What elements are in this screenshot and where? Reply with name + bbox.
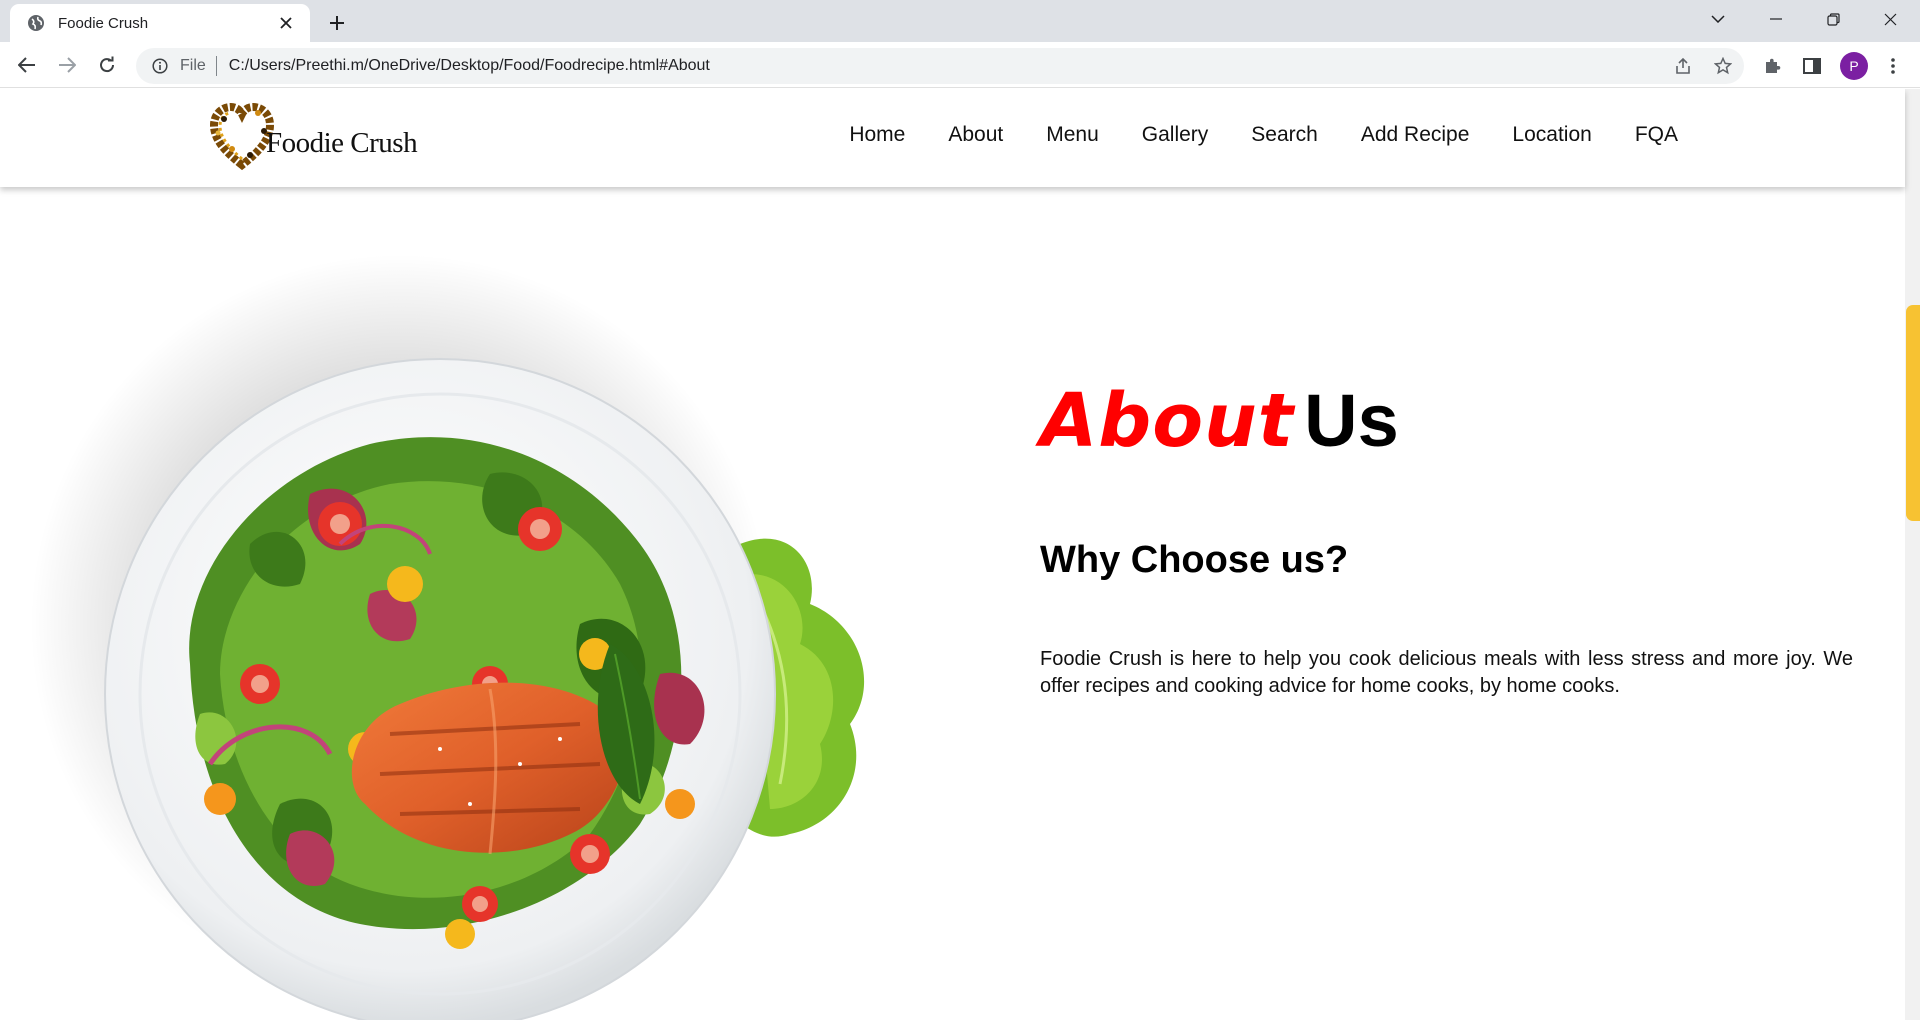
tab-title: Foodie Crush (58, 14, 149, 32)
chevron-down-icon[interactable] (1690, 0, 1746, 38)
url-text[interactable]: C:/Users/Preethi.m/OneDrive/Desktop/Food… (229, 57, 710, 75)
profile-avatar[interactable]: P (1840, 52, 1868, 80)
main-nav: Home About Menu Gallery Search Add Recip… (806, 123, 1678, 147)
address-bar[interactable]: File C:/Users/Preethi.m/OneDrive/Desktop… (136, 48, 1744, 84)
nav-location[interactable]: Location (1512, 123, 1591, 147)
why-choose-heading: Why Choose us? (1040, 539, 1349, 581)
close-window-icon[interactable] (1862, 0, 1918, 38)
nav-gallery[interactable]: Gallery (1142, 123, 1209, 147)
forward-arrow-icon[interactable] (49, 47, 85, 83)
heart-logo-icon (210, 102, 274, 171)
nav-menu[interactable]: Menu (1046, 123, 1099, 147)
about-heading-rest: Us (1304, 379, 1399, 462)
separator (215, 56, 217, 76)
star-icon[interactable] (1708, 51, 1738, 81)
about-description: Foodie Crush is here to help you cook de… (1040, 648, 1853, 697)
browser-tab[interactable]: Foodie Crush (10, 4, 310, 42)
site-header: Foodie Crush Home About Menu Gallery Sea… (0, 89, 1905, 187)
scrollbar-track[interactable] (1905, 89, 1920, 1020)
site-logo[interactable]: Foodie Crush (210, 99, 418, 173)
nav-about[interactable]: About (948, 123, 1003, 147)
close-icon[interactable] (274, 11, 298, 35)
nav-search[interactable]: Search (1251, 123, 1318, 147)
nav-fqa[interactable]: FQA (1635, 123, 1678, 147)
puzzle-icon[interactable] (1757, 51, 1787, 81)
back-arrow-icon[interactable] (9, 47, 45, 83)
about-heading: About Us (1040, 384, 1399, 459)
tab-strip: Foodie Crush (0, 0, 1920, 42)
browser-toolbar: File C:/Users/Preethi.m/OneDrive/Desktop… (0, 42, 1920, 88)
kebab-menu-icon[interactable] (1878, 51, 1908, 81)
side-panel-icon[interactable] (1797, 51, 1827, 81)
salad-plate-image (20, 244, 920, 1020)
scheme-label: File (180, 57, 206, 74)
logo-text: Foodie Crush (266, 126, 418, 159)
about-heading-accent: About (1040, 378, 1295, 464)
globe-icon (26, 13, 46, 33)
share-icon[interactable] (1668, 51, 1698, 81)
nav-home[interactable]: Home (849, 123, 905, 147)
minimize-icon[interactable] (1748, 0, 1804, 38)
scrollbar-thumb[interactable] (1906, 305, 1920, 521)
page-viewport: Foodie Crush Home About Menu Gallery Sea… (0, 89, 1920, 1020)
plus-icon[interactable] (322, 8, 352, 38)
nav-add-recipe[interactable]: Add Recipe (1361, 123, 1470, 147)
restore-icon[interactable] (1805, 0, 1861, 38)
info-icon[interactable] (150, 56, 170, 76)
reload-icon[interactable] (89, 47, 125, 83)
